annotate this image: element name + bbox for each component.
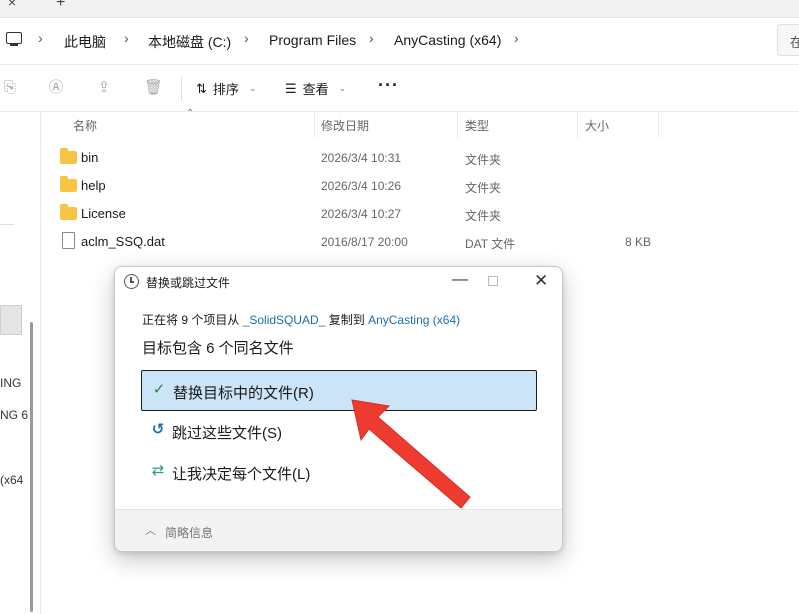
breadcrumb-this-pc[interactable]: 此电脑	[64, 32, 106, 52]
maximize-button[interactable]	[488, 276, 498, 286]
file-date: 2026/3/4 10:27	[321, 207, 402, 221]
toolbar-divider	[181, 77, 182, 101]
skip-files-option[interactable]: ↺ 跳过这些文件(S)	[141, 411, 537, 452]
file-date: 2026/3/4 10:26	[321, 179, 402, 193]
folder-icon	[60, 176, 77, 192]
dialog-footer: ︿ 简略信息	[115, 509, 562, 551]
chevron-right-icon[interactable]: ›	[514, 30, 519, 46]
decide-icon: ⇄	[151, 462, 165, 479]
file-row[interactable]: aclm_SSQ.dat 2016/8/17 20:00 DAT 文件 8 KB	[56, 228, 676, 256]
paste-icon[interactable]: ⎘	[2, 80, 18, 96]
file-row[interactable]: bin 2026/3/4 10:31 文件夹	[56, 144, 676, 172]
column-header-date[interactable]: 修改日期	[321, 117, 369, 134]
view-label: 查看	[302, 82, 329, 97]
rename-icon[interactable]: Ⓐ	[48, 80, 64, 96]
dialog-title: 替换或跳过文件	[146, 276, 231, 290]
progress-middle: 复制到	[325, 313, 369, 327]
file-row[interactable]: License 2026/3/4 10:27 文件夹	[56, 200, 676, 228]
sort-button[interactable]: ⇅ 排序 ⌄	[196, 79, 256, 98]
progress-prefix: 正在将 9 个项目从	[142, 313, 243, 327]
nav-item-text[interactable]: NG 6	[0, 408, 28, 422]
sort-icon: ⇅	[196, 80, 207, 96]
chevron-up-icon[interactable]: ︿	[145, 522, 156, 538]
file-row[interactable]: help 2026/3/4 10:26 文件夹	[56, 172, 676, 200]
column-separator[interactable]	[658, 112, 659, 138]
conflict-message: 目标包含 6 个同名文件	[142, 340, 294, 357]
minimize-button[interactable]: —	[452, 271, 468, 289]
chevron-right-icon[interactable]: ›	[369, 30, 374, 46]
replace-or-skip-dialog: 替换或跳过文件 — ✕ 正在将 9 个项目从 _SolidSQUAD_ 复制到 …	[114, 266, 563, 552]
skip-icon: ↺	[151, 421, 165, 438]
file-name: help	[81, 178, 106, 193]
column-header-type[interactable]: 类型	[465, 117, 489, 134]
copy-progress-message: 正在将 9 个项目从 _SolidSQUAD_ 复制到 AnyCasting (…	[142, 311, 460, 328]
command-bar: ⎘ Ⓐ ⇪ 🗑 ⇅ 排序 ⌄ ☰ 查看 ⌄ ···	[0, 64, 799, 112]
view-button[interactable]: ☰ 查看 ⌄	[285, 79, 346, 98]
sort-ascending-icon: ⌃	[186, 108, 195, 119]
more-options-button[interactable]: ···	[378, 75, 399, 96]
file-size: 8 KB	[624, 235, 651, 249]
fewer-details-toggle[interactable]: 简略信息	[165, 524, 213, 541]
breadcrumb-anycasting[interactable]: AnyCasting (x64)	[394, 32, 501, 48]
dialog-body: 正在将 9 个项目从 _SolidSQUAD_ 复制到 AnyCasting (…	[115, 297, 562, 509]
share-icon[interactable]: ⇪	[96, 80, 112, 96]
file-name: bin	[81, 150, 99, 165]
file-name: aclm_SSQ.dat	[81, 234, 165, 249]
view-icon: ☰	[285, 80, 297, 96]
delete-icon[interactable]: 🗑	[144, 80, 163, 96]
file-type: 文件夹	[465, 181, 502, 195]
check-icon: ✓	[152, 381, 166, 398]
new-tab-icon[interactable]: +	[56, 0, 65, 12]
source-folder-link[interactable]: _SolidSQUAD_	[243, 313, 326, 327]
nav-item-text[interactable]: ING	[0, 376, 21, 390]
option-label: 跳过这些文件(S)	[172, 425, 282, 442]
sort-label: 排序	[212, 82, 239, 97]
folder-icon	[60, 204, 77, 220]
replace-files-option[interactable]: ✓ 替换目标中的文件(R)	[141, 370, 537, 411]
pane-divider	[40, 112, 41, 614]
breadcrumb-program-files[interactable]: Program Files	[269, 32, 356, 48]
decide-each-option[interactable]: ⇄ 让我决定每个文件(L)	[141, 452, 537, 493]
chevron-down-icon: ⌄	[248, 83, 257, 93]
nav-scrollbar[interactable]	[30, 322, 33, 612]
tab-close-icon[interactable]: ×	[8, 0, 16, 10]
column-separator[interactable]	[577, 112, 578, 138]
close-button[interactable]: ✕	[534, 271, 548, 291]
option-label: 让我决定每个文件(L)	[172, 466, 311, 483]
column-header-name[interactable]: 名称	[73, 117, 97, 134]
folder-icon	[60, 148, 77, 164]
file-date: 2016/8/17 20:00	[321, 235, 408, 249]
computer-icon[interactable]	[6, 32, 22, 46]
file-type: DAT 文件	[465, 237, 516, 251]
option-label: 替换目标中的文件(R)	[173, 385, 314, 402]
column-separator[interactable]	[314, 112, 315, 138]
file-type: 文件夹	[465, 209, 502, 223]
dialog-titlebar: 替换或跳过文件 — ✕	[115, 267, 562, 297]
column-separator[interactable]	[457, 112, 458, 138]
document-icon	[62, 232, 75, 249]
file-type: 文件夹	[465, 153, 502, 167]
file-name: License	[81, 206, 126, 221]
search-input[interactable]: 在	[777, 24, 799, 56]
destination-folder-link[interactable]: AnyCasting (x64)	[368, 313, 460, 327]
breadcrumb-local-disk[interactable]: 本地磁盘 (C:)	[148, 32, 231, 52]
nav-item-text[interactable]: (x64	[0, 473, 23, 487]
chevron-right-icon[interactable]: ›	[244, 30, 249, 46]
nav-selected-item[interactable]	[0, 305, 22, 335]
clock-icon	[124, 274, 139, 289]
chevron-right-icon[interactable]: ›	[38, 30, 43, 46]
navigation-pane: ING NG 6 (x64	[0, 112, 40, 614]
address-bar: › 此电脑 › 本地磁盘 (C:) › Program Files › AnyC…	[0, 18, 799, 64]
chevron-right-icon[interactable]: ›	[124, 30, 129, 46]
chevron-down-icon: ⌄	[338, 83, 347, 93]
file-date: 2026/3/4 10:31	[321, 151, 402, 165]
nav-divider	[0, 224, 14, 225]
column-header-size[interactable]: 大小	[585, 117, 609, 134]
tab-strip: × +	[0, 0, 799, 18]
